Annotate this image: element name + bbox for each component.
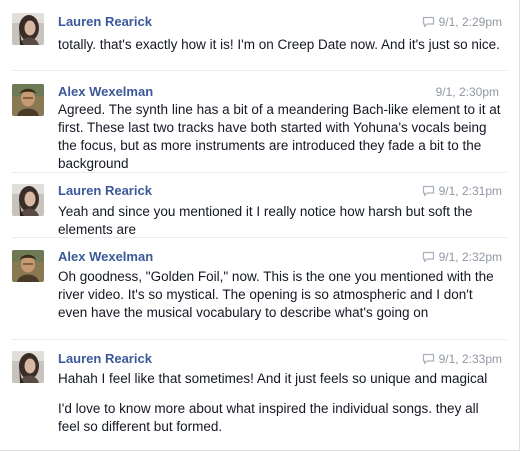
avatar[interactable] (12, 250, 44, 282)
message-text: totally. that's exactly how it is! I'm o… (58, 37, 500, 52)
timestamp: 9/1, 2:29pm (438, 15, 502, 29)
message-body: totally. that's exactly how it is! I'm o… (58, 36, 502, 54)
avatar[interactable] (12, 184, 44, 216)
message-meta: 9/1, 2:32pm (422, 250, 502, 264)
timestamp: 9/1, 2:33pm (438, 352, 502, 366)
message-meta: 9/1, 2:33pm (422, 352, 502, 366)
message-meta: 9/1, 2:31pm (422, 184, 502, 198)
speech-bubble-icon (422, 185, 434, 197)
sender-name[interactable]: Lauren Rearick (58, 183, 152, 198)
message-meta: 9/1, 2:30pm (436, 85, 499, 99)
message-text: Oh goodness, "Golden Foil," now. This is… (58, 269, 494, 320)
lauren-avatar-image (12, 184, 44, 216)
timestamp: 9/1, 2:30pm (435, 85, 499, 99)
avatar[interactable] (12, 351, 44, 383)
message-divider (12, 70, 507, 71)
lauren-avatar-image (12, 351, 44, 383)
message-text: Agreed. The synth line has a bit of a me… (58, 102, 501, 171)
speech-bubble-icon (422, 16, 434, 28)
sender-name[interactable]: Alex Wexelman (58, 84, 153, 99)
timestamp: 9/1, 2:32pm (438, 250, 502, 264)
message-divider (12, 237, 507, 238)
sender-name[interactable]: Lauren Rearick (58, 14, 152, 29)
message-text: I'd love to know more about what inspire… (58, 401, 479, 434)
avatar[interactable] (12, 84, 44, 116)
message-meta: 9/1, 2:29pm (422, 15, 502, 29)
message-text: Hahah I feel like that sometimes! And it… (58, 371, 488, 386)
speech-bubble-icon (422, 251, 434, 263)
alex-avatar-image (12, 250, 44, 282)
lauren-avatar-image (12, 13, 44, 45)
avatar[interactable] (12, 13, 44, 45)
sender-name[interactable]: Alex Wexelman (58, 249, 153, 264)
message-body: Yeah and since you mentioned it I really… (58, 203, 502, 239)
speech-bubble-icon (422, 353, 434, 365)
message-body: Oh goodness, "Golden Foil," now. This is… (58, 268, 502, 322)
message-body: Hahah I feel like that sometimes! And it… (58, 370, 502, 436)
timestamp: 9/1, 2:31pm (438, 184, 502, 198)
message-text: Yeah and since you mentioned it I really… (58, 204, 473, 237)
message-body: Agreed. The synth line has a bit of a me… (58, 101, 502, 173)
sender-name[interactable]: Lauren Rearick (58, 351, 152, 366)
message-divider (12, 172, 507, 173)
alex-avatar-image (12, 84, 44, 116)
conversation-thread: Lauren Rearick 9/1, 2:29pm totally. that… (0, 0, 520, 451)
message-divider (12, 339, 507, 340)
